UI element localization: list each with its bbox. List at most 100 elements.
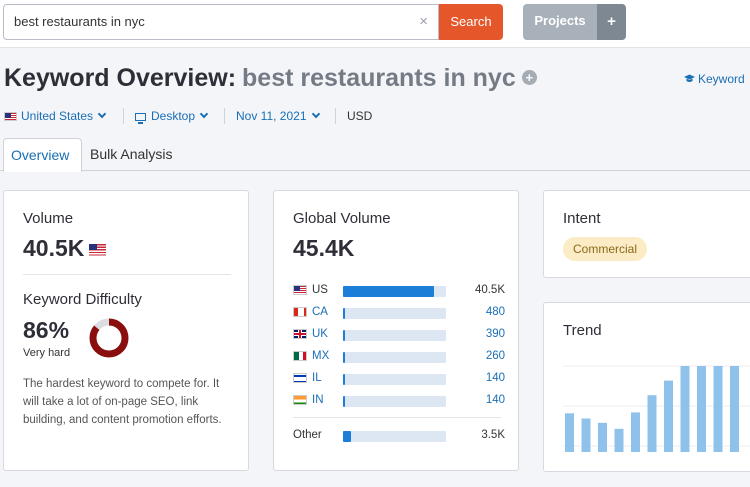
page-title: Keyword Overview: best restaurants in nyc… — [4, 64, 537, 93]
tab-overview[interactable]: Overview — [3, 138, 82, 172]
country-volume[interactable]: 390 — [486, 328, 505, 340]
card-divider — [293, 417, 501, 418]
country-code[interactable]: IN — [312, 394, 324, 406]
country-bar-track — [343, 308, 446, 319]
keyword-difficulty-description: The hardest keyword to compete for. It w… — [23, 378, 222, 426]
country-code[interactable]: IL — [312, 372, 322, 384]
filter-divider — [335, 108, 336, 124]
country-volume[interactable]: 260 — [486, 350, 505, 362]
currency-label: USD — [347, 109, 373, 123]
country-volume: 40.5K — [474, 284, 505, 296]
global-volume-title: Global Volume — [293, 210, 391, 227]
keyword-difficulty-value: 86% — [23, 317, 70, 343]
tab-bulk-analysis[interactable]: Bulk Analysis — [83, 138, 179, 171]
country-volume[interactable]: 480 — [486, 306, 505, 318]
clear-icon[interactable]: × — [419, 13, 428, 30]
date-filter-label[interactable]: Nov 11, 2021 — [236, 109, 307, 123]
add-keyword-icon[interactable]: + — [521, 70, 537, 85]
page-title-label: Keyword Overview: — [4, 64, 237, 92]
country-bar-fill — [343, 352, 346, 363]
country-bar-track — [343, 396, 446, 407]
country-bar-track — [343, 330, 446, 341]
volume-card: Volume 40.5K Keyword Difficulty 86% Very… — [3, 190, 249, 471]
country-bar-fill — [343, 308, 346, 319]
country-row: IN 140 — [293, 392, 505, 410]
trend-bar[interactable] — [598, 422, 607, 452]
global-volume-card: Global Volume 45.4K US 40.5K CA 480 UK 390 MX 2… — [273, 190, 519, 471]
trend-bar[interactable] — [713, 366, 723, 452]
trend-bar[interactable] — [664, 380, 673, 452]
trend-bar[interactable] — [565, 413, 574, 452]
search-input-value[interactable]: best restaurants in nyc — [14, 14, 145, 29]
country-code[interactable]: CA — [312, 306, 328, 318]
volume-title: Volume — [23, 210, 74, 227]
country-row: US 40.5K — [293, 282, 505, 300]
trend-bar[interactable] — [614, 428, 624, 452]
volume-value-row: 40.5K — [23, 235, 107, 262]
trend-bar[interactable] — [581, 418, 591, 453]
trend-bar[interactable] — [680, 366, 690, 452]
country-code: US — [312, 284, 328, 296]
uk-flag-icon — [293, 329, 307, 339]
keyword-link-label[interactable]: Keyword — [698, 72, 745, 86]
us-flag-icon — [89, 244, 107, 256]
keyword-link[interactable]: Keyword — [684, 72, 745, 86]
country-volume[interactable]: 140 — [486, 372, 505, 384]
country-code[interactable]: UK — [312, 328, 328, 340]
other-bar-fill — [343, 431, 352, 442]
intent-badge: Commercial — [563, 237, 648, 261]
desktop-icon — [135, 113, 146, 124]
trend-bar-chart — [563, 365, 750, 453]
country-filter-label[interactable]: United States — [21, 109, 93, 123]
country-bar-track — [343, 374, 446, 385]
page-title-keyword: best restaurants in nyc — [242, 64, 516, 92]
intent-card: Intent Commercial — [543, 190, 750, 278]
volume-value: 40.5K — [23, 235, 85, 261]
other-label: Other — [293, 429, 322, 441]
country-bar-fill — [343, 396, 346, 407]
country-row-other: Other 3.5K — [293, 427, 505, 445]
search-button[interactable]: Search — [439, 4, 503, 40]
trend-bar[interactable] — [647, 395, 657, 452]
country-bar-fill — [343, 286, 434, 297]
filter-divider — [224, 108, 225, 124]
trend-bar[interactable] — [697, 366, 706, 452]
trend-bar[interactable] — [730, 366, 739, 452]
add-project-button[interactable]: + — [597, 4, 626, 40]
country-row: CA 480 — [293, 304, 505, 322]
chevron-down-icon — [199, 109, 209, 119]
intent-title: Intent — [563, 210, 601, 227]
in-flag-icon — [293, 395, 307, 405]
country-volume[interactable]: 140 — [486, 394, 505, 406]
us-flag-icon — [4, 112, 17, 121]
keyword-difficulty-title: Keyword Difficulty — [23, 291, 142, 308]
country-bar-track — [343, 352, 446, 363]
country-filter[interactable]: United States — [4, 109, 107, 123]
chevron-down-icon — [97, 109, 107, 119]
difficulty-donut-chart — [89, 318, 129, 358]
chevron-down-icon — [311, 109, 320, 119]
projects-button[interactable]: Projects — [523, 4, 597, 40]
country-code[interactable]: MX — [312, 350, 329, 362]
tab-bar: Overview Bulk Analysis — [0, 138, 750, 172]
device-filter-label[interactable]: Desktop — [151, 109, 195, 123]
device-filter[interactable]: Desktop — [135, 109, 209, 124]
trend-bar[interactable] — [631, 412, 640, 452]
card-divider — [23, 274, 231, 275]
il-flag-icon — [293, 373, 307, 383]
country-bar-track — [343, 286, 446, 297]
trend-card: Trend — [543, 302, 750, 472]
country-bar-fill — [343, 330, 346, 341]
graduation-cap-icon — [684, 74, 695, 82]
other-bar-track — [343, 431, 446, 442]
country-row: UK 390 — [293, 326, 505, 344]
other-value: 3.5K — [481, 429, 505, 441]
keyword-difficulty-level: Very hard — [23, 347, 71, 359]
global-volume-value: 45.4K — [293, 235, 355, 261]
date-filter[interactable]: Nov 11, 2021 — [236, 109, 320, 123]
top-bar: best restaurants in nyc × Search Project… — [0, 0, 750, 48]
search-input[interactable]: best restaurants in nyc × — [3, 4, 439, 40]
filter-divider — [123, 108, 124, 124]
ca-flag-icon — [293, 307, 307, 317]
country-row: MX 260 — [293, 348, 505, 366]
